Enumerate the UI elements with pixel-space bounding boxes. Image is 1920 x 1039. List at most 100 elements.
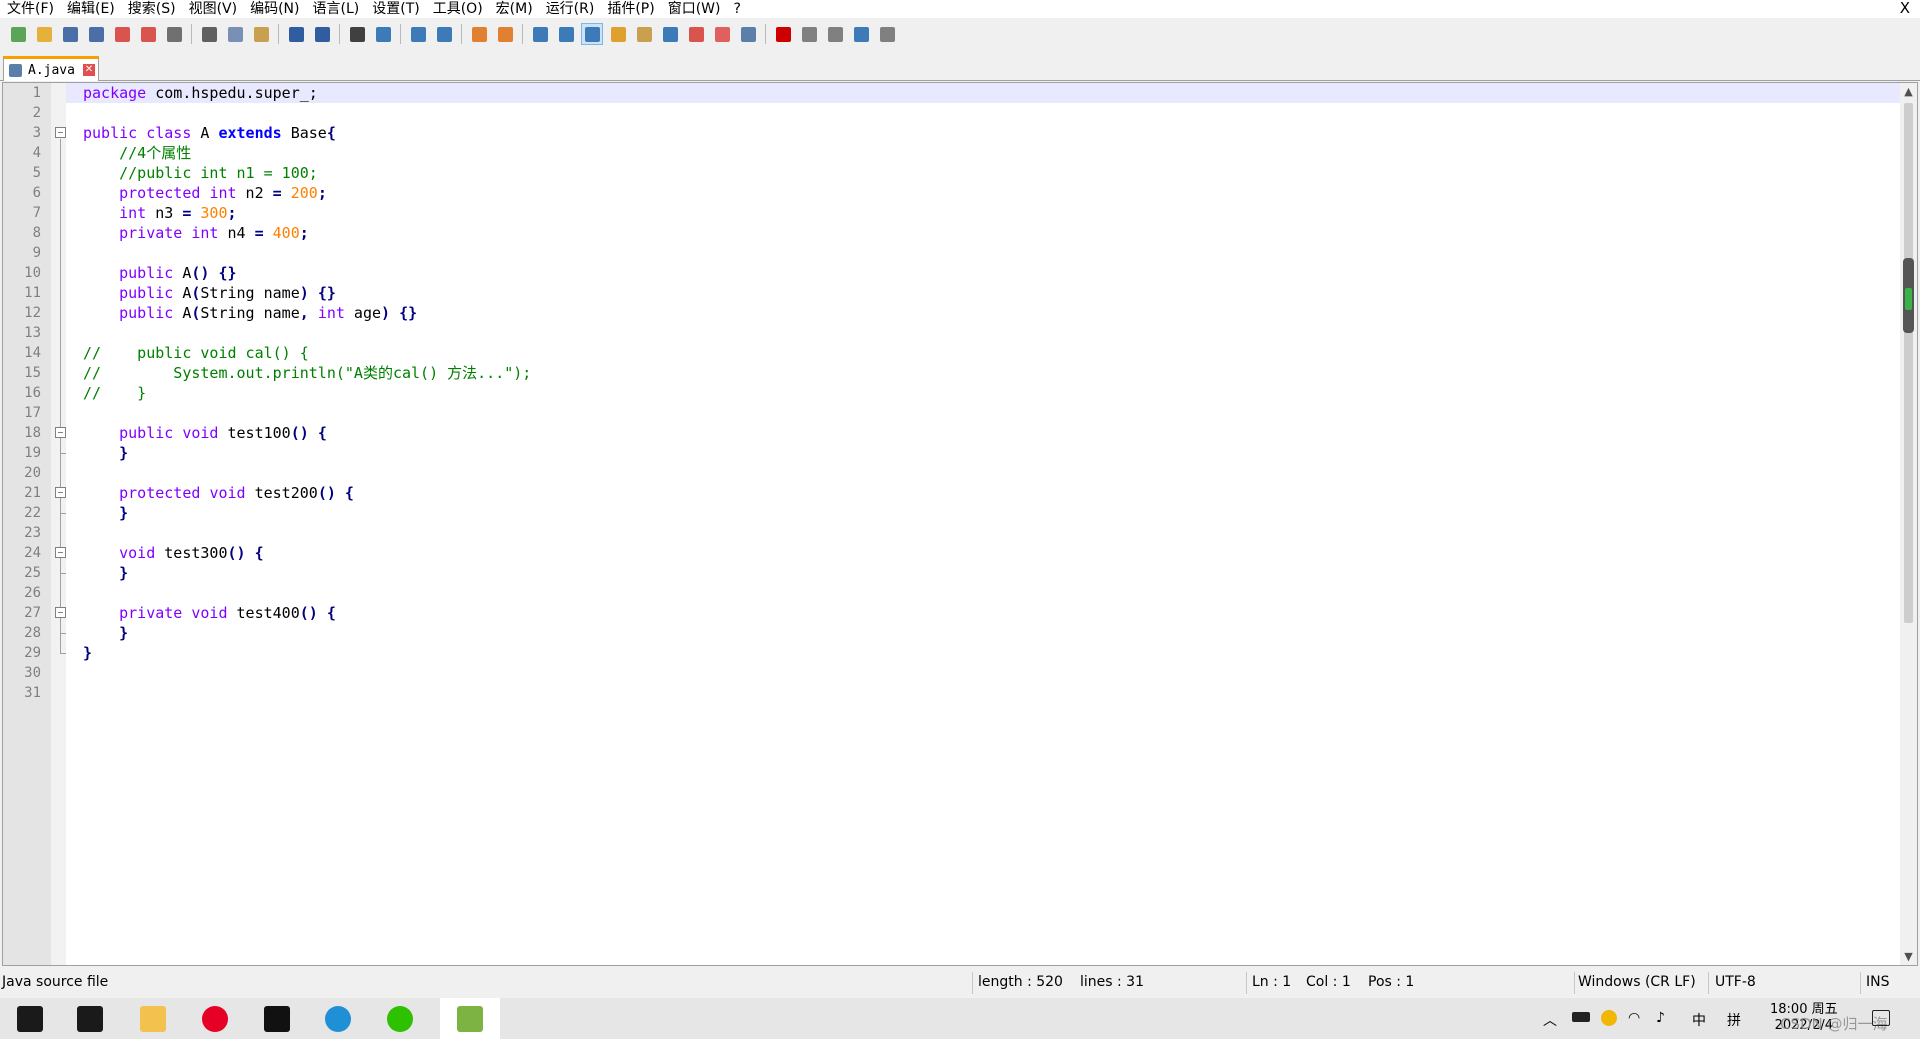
doc-map-button[interactable] [634, 24, 654, 44]
run-macro-multiple-button[interactable] [851, 24, 871, 44]
keyboard-layout[interactable]: 拼 [1727, 1010, 1741, 1030]
menu-item-8[interactable]: 宏(M) [489, 0, 539, 18]
code-line[interactable]: } [66, 443, 1900, 463]
save-macro-button[interactable] [877, 24, 897, 44]
code-line[interactable]: // System.out.println("A类的cal() 方法..."); [66, 363, 1900, 383]
code-line[interactable]: // public void cal() { [66, 343, 1900, 363]
sync-horizontal-button[interactable] [495, 24, 515, 44]
record-macro-button[interactable] [773, 24, 793, 44]
code-line[interactable]: public A() {} [66, 263, 1900, 283]
code-line[interactable]: public A(String name, int age) {} [66, 303, 1900, 323]
close-window-button[interactable]: X [1900, 0, 1910, 17]
folder-button[interactable] [712, 24, 732, 44]
code-line[interactable]: protected void test200() { [66, 483, 1900, 503]
edge-browser-taskbar-button[interactable] [323, 1004, 353, 1034]
file-explorer-taskbar-button[interactable] [138, 1004, 168, 1034]
status-eol[interactable]: Windows (CR LF) [1578, 974, 1696, 990]
copy-button[interactable] [225, 24, 245, 44]
code-line[interactable]: public class A extends Base{ [66, 123, 1900, 143]
menu-item-5[interactable]: 语言(L) [306, 0, 366, 18]
indent-guide-button[interactable] [581, 23, 603, 45]
fold-toggle[interactable] [55, 487, 66, 498]
code-line[interactable] [66, 323, 1900, 343]
code-line[interactable] [66, 583, 1900, 603]
word-wrap-button[interactable] [530, 24, 550, 44]
code-line[interactable] [66, 683, 1900, 703]
menu-item-0[interactable]: 文件(F) [0, 0, 60, 18]
menu-item-9[interactable]: 运行(R) [539, 0, 601, 18]
status-mode[interactable]: INS [1866, 974, 1890, 990]
sync-vertical-button[interactable] [469, 24, 489, 44]
notification-icon[interactable] [1872, 1010, 1890, 1026]
notepadpp-taskbar-button[interactable] [440, 998, 500, 1039]
close-file-button[interactable] [112, 24, 132, 44]
menu-item-2[interactable]: 搜索(S) [121, 0, 182, 18]
wifi-icon[interactable]: ◠ [1628, 1010, 1640, 1026]
cut-button[interactable] [199, 24, 219, 44]
code-line[interactable]: } [66, 643, 1900, 663]
scroll-down-icon[interactable]: ▼ [1903, 951, 1914, 962]
stop-record-button[interactable] [799, 24, 819, 44]
fold-toggle[interactable] [55, 127, 66, 138]
code-line[interactable]: protected int n2 = 200; [66, 183, 1900, 203]
code-line[interactable]: public A(String name) {} [66, 283, 1900, 303]
save-button[interactable] [60, 24, 80, 44]
tab-close-icon[interactable]: ✕ [83, 64, 95, 76]
print-button[interactable] [164, 24, 184, 44]
code-line[interactable]: // } [66, 383, 1900, 403]
monitoring-button[interactable] [738, 24, 758, 44]
code-line[interactable] [66, 523, 1900, 543]
menu-item-12[interactable]: ? [727, 0, 747, 18]
netease-music-taskbar-button[interactable] [200, 1004, 230, 1034]
new-file-button[interactable] [8, 24, 28, 44]
menu-item-7[interactable]: 工具(O) [426, 0, 489, 18]
close-all-button[interactable] [138, 24, 158, 44]
scrollbar-thumb[interactable] [1904, 103, 1913, 623]
code-line[interactable] [66, 463, 1900, 483]
windows-start-taskbar-button[interactable] [15, 1004, 45, 1034]
open-file-button[interactable] [34, 24, 54, 44]
folder-workspace-button[interactable] [686, 24, 706, 44]
code-line[interactable]: public void test100() { [66, 423, 1900, 443]
code-line[interactable] [66, 403, 1900, 423]
function-list-button[interactable] [660, 24, 680, 44]
speaker-icon[interactable]: ♪ [1656, 1010, 1665, 1026]
search-taskbar-button[interactable] [75, 1004, 105, 1034]
code-line[interactable]: package com.hspedu.super_; [66, 83, 1900, 103]
tray-app-icon[interactable] [1601, 1010, 1617, 1026]
menu-item-6[interactable]: 设置(T) [365, 0, 425, 18]
show-all-chars-button[interactable] [556, 24, 576, 44]
code-line[interactable] [66, 663, 1900, 683]
fold-toggle[interactable] [55, 607, 66, 618]
code-line[interactable]: private int n4 = 400; [66, 223, 1900, 243]
code-line[interactable]: } [66, 563, 1900, 583]
tray-chevron-up-icon[interactable]: ︿ [1543, 1010, 1557, 1030]
code-line[interactable] [66, 103, 1900, 123]
code-line[interactable]: //public int n1 = 100; [66, 163, 1900, 183]
menu-item-4[interactable]: 编码(N) [243, 0, 305, 18]
typora-taskbar-button[interactable] [262, 1004, 292, 1034]
code-line[interactable]: } [66, 503, 1900, 523]
menu-item-1[interactable]: 编辑(E) [60, 0, 121, 18]
menu-item-3[interactable]: 视图(V) [182, 0, 244, 18]
zoom-in-button[interactable] [408, 24, 428, 44]
vertical-scrollbar[interactable]: ▲ ▼ [1900, 83, 1917, 965]
fold-margin[interactable] [51, 83, 66, 965]
code-area[interactable]: package com.hspedu.super_;public class A… [66, 83, 1900, 965]
zoom-out-button[interactable] [434, 24, 454, 44]
code-line[interactable]: //4个属性 [66, 143, 1900, 163]
save-all-button[interactable] [86, 24, 106, 44]
udl-button[interactable] [608, 24, 628, 44]
find-button[interactable] [347, 24, 367, 44]
scroll-up-icon[interactable]: ▲ [1903, 86, 1914, 97]
undo-button[interactable] [286, 24, 306, 44]
code-line[interactable] [66, 243, 1900, 263]
code-editor[interactable]: 1 2 3 4 5 6 7 8 9 10 11 12 13 14 15 16 17 18 19 20 21 22 23 24 2… [2, 82, 1918, 966]
redo-button[interactable] [312, 24, 332, 44]
fold-toggle[interactable] [55, 427, 66, 438]
code-line[interactable]: private void test400() { [66, 603, 1900, 623]
fold-toggle[interactable] [55, 547, 66, 558]
code-line[interactable]: void test300() { [66, 543, 1900, 563]
paste-button[interactable] [251, 24, 271, 44]
menu-item-10[interactable]: 插件(P) [600, 0, 660, 18]
